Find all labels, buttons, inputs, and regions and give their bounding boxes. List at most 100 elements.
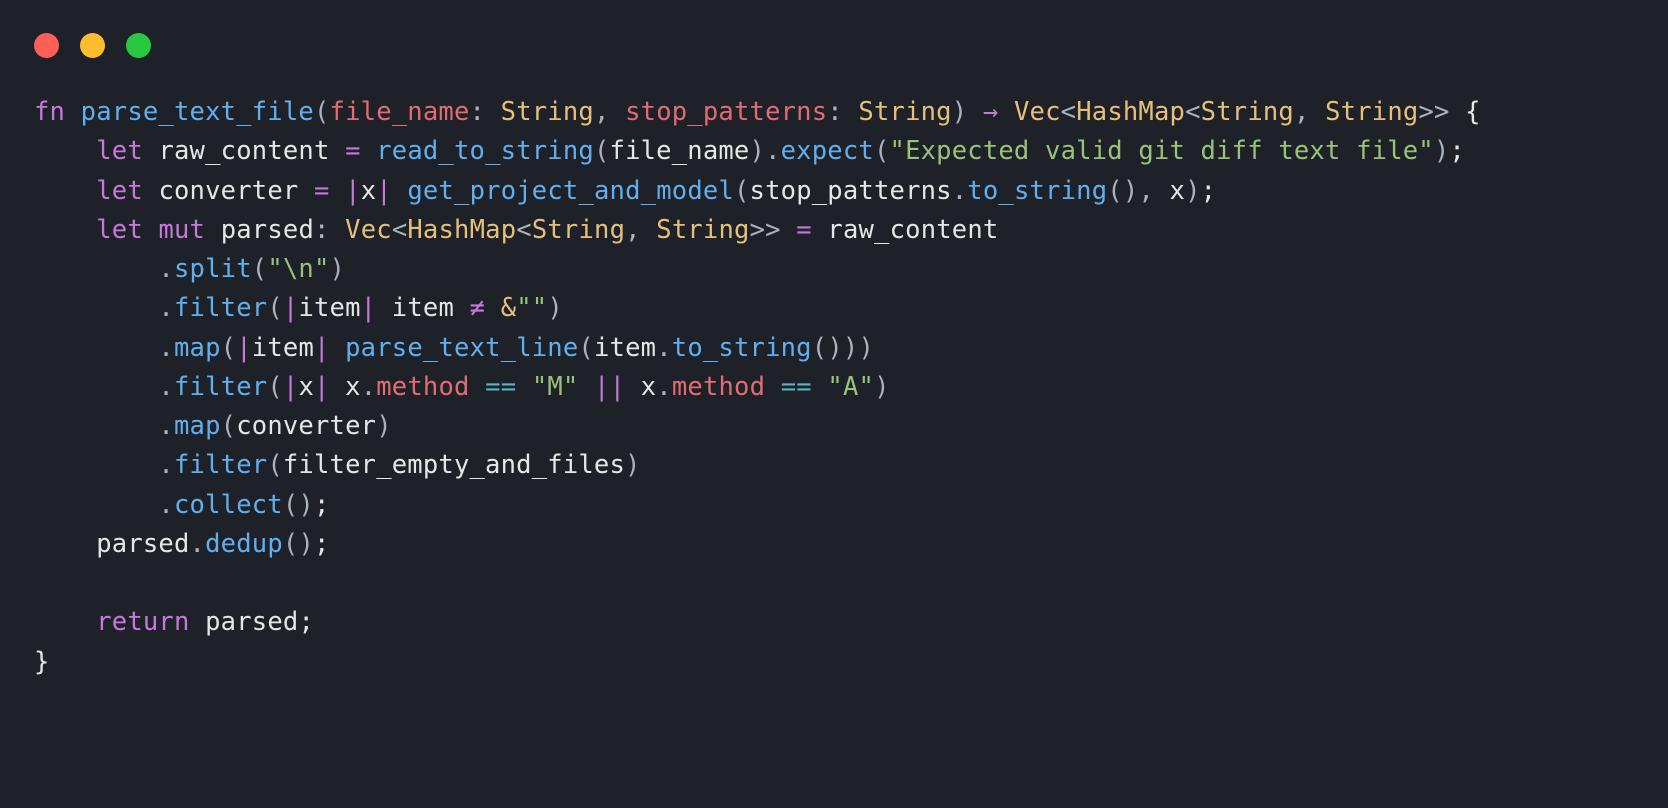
- dot: .: [765, 136, 781, 166]
- close-paren: ): [330, 254, 346, 284]
- dot: .: [158, 333, 174, 363]
- var-x: x: [641, 372, 657, 402]
- open-brace: {: [1465, 97, 1481, 127]
- type-vec: Vec: [1014, 97, 1061, 127]
- param-stop-patterns: stop_patterns: [625, 97, 827, 127]
- keyword-let: let: [96, 136, 143, 166]
- maximize-window-button[interactable]: [126, 33, 151, 58]
- comma: ,: [1138, 176, 1154, 206]
- closure-param-x: x: [298, 372, 314, 402]
- close-paren: ): [750, 136, 766, 166]
- fn-dedup: dedup: [205, 529, 283, 559]
- string-empty: "": [516, 293, 547, 323]
- arg-x: x: [1170, 176, 1186, 206]
- open-paren: (: [283, 490, 299, 520]
- fn-filter: filter: [174, 293, 267, 323]
- not-equal-op: ≠: [470, 293, 486, 323]
- fn-expect: expect: [781, 136, 874, 166]
- var-raw-content: raw_content: [158, 136, 329, 166]
- open-paren: (: [1107, 176, 1123, 206]
- equals-op: ==: [485, 372, 516, 402]
- code-window: fn parse_text_file(file_name: String, st…: [0, 0, 1668, 808]
- open-paren: (: [221, 411, 237, 441]
- assign-op: =: [345, 136, 361, 166]
- pipe: |: [361, 293, 377, 323]
- keyword-let: let: [96, 176, 143, 206]
- string-literal-expect: "Expected valid git diff text file": [890, 136, 1434, 166]
- fn-collect: collect: [174, 490, 283, 520]
- var-raw-content: raw_content: [827, 215, 998, 245]
- open-paren: (: [252, 254, 268, 284]
- pipe: |: [283, 372, 299, 402]
- fn-filter: filter: [174, 372, 267, 402]
- close-paren: ): [1185, 176, 1201, 206]
- assign-op: =: [314, 176, 330, 206]
- minimize-window-button[interactable]: [80, 33, 105, 58]
- var-item: item: [594, 333, 656, 363]
- fn-map: map: [174, 333, 221, 363]
- dot: .: [158, 254, 174, 284]
- close-paren: ): [625, 450, 641, 480]
- open-paren: (: [221, 333, 237, 363]
- dot: .: [158, 411, 174, 441]
- angle-close-double: >>: [1418, 97, 1449, 127]
- dot: .: [952, 176, 968, 206]
- close-paren: ): [827, 333, 843, 363]
- equals-op: ==: [781, 372, 812, 402]
- fn-split: split: [174, 254, 252, 284]
- type-string: String: [501, 97, 594, 127]
- string-m: "M": [532, 372, 579, 402]
- open-paren: (: [267, 372, 283, 402]
- angle-open: <: [1061, 97, 1077, 127]
- open-paren: (: [314, 97, 330, 127]
- closure-param-item: item: [298, 293, 360, 323]
- fn-to-string: to_string: [672, 333, 812, 363]
- close-paren: ): [952, 97, 968, 127]
- dot: .: [158, 293, 174, 323]
- arg-stop-patterns: stop_patterns: [750, 176, 952, 206]
- var-parsed: parsed: [96, 529, 189, 559]
- keyword-let: let: [96, 215, 143, 245]
- code-editor[interactable]: fn parse_text_file(file_name: String, st…: [34, 93, 1668, 682]
- close-window-button[interactable]: [34, 33, 59, 58]
- var-converter: converter: [236, 411, 376, 441]
- fn-to-string: to_string: [967, 176, 1107, 206]
- or-op: ||: [594, 372, 625, 402]
- comma: ,: [625, 215, 641, 245]
- comma: ,: [594, 97, 610, 127]
- type-hashmap: HashMap: [1076, 97, 1185, 127]
- close-paren: ): [874, 372, 890, 402]
- fn-filter: filter: [174, 450, 267, 480]
- function-name: parse_text_file: [81, 97, 314, 127]
- fn-parse-text-line: parse_text_line: [345, 333, 578, 363]
- fn-get-project: get_project_and_model: [407, 176, 734, 206]
- close-paren: ): [376, 411, 392, 441]
- close-paren: ): [298, 490, 314, 520]
- prop-method: method: [376, 372, 469, 402]
- semicolon: ;: [1449, 136, 1465, 166]
- pipe: |: [314, 333, 330, 363]
- type-string: String: [1201, 97, 1294, 127]
- var-parsed: parsed: [221, 215, 314, 245]
- type-vec: Vec: [345, 215, 392, 245]
- keyword-mut: mut: [158, 215, 205, 245]
- string-a: "A": [827, 372, 874, 402]
- var-item: item: [392, 293, 454, 323]
- semicolon: ;: [1201, 176, 1217, 206]
- var-parsed: parsed: [205, 607, 298, 637]
- open-paren: (: [812, 333, 828, 363]
- prop-method: method: [672, 372, 765, 402]
- dot: .: [158, 490, 174, 520]
- angle-open: <: [516, 215, 532, 245]
- close-paren: ): [547, 293, 563, 323]
- pipe: |: [345, 176, 361, 206]
- close-paren: ): [843, 333, 859, 363]
- fn-read-to-string: read_to_string: [376, 136, 594, 166]
- window-controls: [34, 33, 1668, 58]
- arrow-op: →: [983, 97, 999, 127]
- close-paren: ): [1434, 136, 1450, 166]
- keyword-return: return: [96, 607, 189, 637]
- dot: .: [656, 372, 672, 402]
- pipe: |: [314, 372, 330, 402]
- string-newline: "\n": [267, 254, 329, 284]
